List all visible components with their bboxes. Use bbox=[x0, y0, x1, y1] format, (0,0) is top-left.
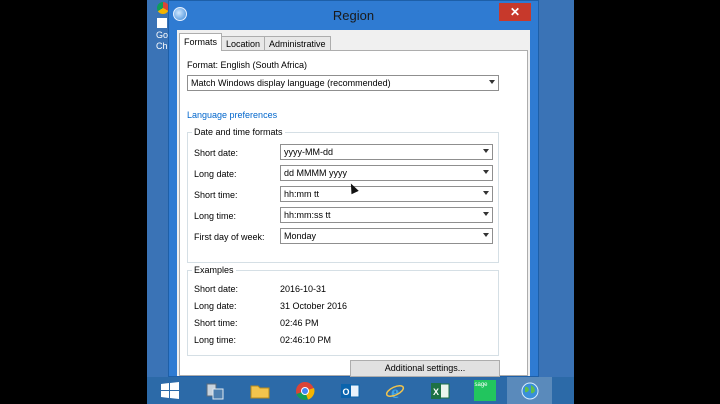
example-long-time-label: Long time: bbox=[194, 335, 237, 345]
taskbar-excel[interactable]: X bbox=[417, 377, 462, 404]
example-short-time-value: 02:46 PM bbox=[280, 318, 319, 328]
globe-icon bbox=[521, 382, 538, 399]
chevron-down-icon bbox=[483, 170, 489, 174]
folder-icon bbox=[250, 385, 269, 398]
outlook-icon: O bbox=[340, 383, 359, 398]
first-day-select[interactable]: Monday bbox=[280, 228, 493, 244]
example-long-date-label: Long date: bbox=[194, 301, 237, 311]
taskbar-internet-explorer[interactable]: e bbox=[372, 377, 417, 404]
svg-text:X: X bbox=[432, 387, 438, 397]
formats-panel: Format: English (South Africa) Match Win… bbox=[179, 50, 528, 377]
example-long-date-value: 31 October 2016 bbox=[280, 301, 348, 311]
taskbar-region[interactable] bbox=[507, 377, 552, 404]
additional-settings-button[interactable]: Additional settings... bbox=[350, 360, 500, 377]
long-date-select[interactable]: dd MMMM yyyy bbox=[280, 165, 493, 181]
taskbar-file-explorer[interactable] bbox=[237, 377, 282, 404]
tab-formats[interactable]: Formats bbox=[179, 33, 223, 51]
language-preferences-link[interactable]: Language preferences bbox=[187, 110, 277, 120]
short-time-label: Short time: bbox=[194, 190, 238, 200]
svg-text:e: e bbox=[391, 382, 399, 401]
short-time-value: hh:mm tt bbox=[284, 189, 320, 199]
first-day-label: First day of week: bbox=[194, 232, 265, 242]
chevron-down-icon bbox=[483, 212, 489, 216]
chevron-down-icon bbox=[483, 191, 489, 195]
tab-location[interactable]: Location bbox=[221, 36, 266, 51]
short-date-label: Short date: bbox=[194, 148, 239, 158]
long-time-label: Long time: bbox=[194, 211, 237, 221]
svg-text:O: O bbox=[342, 387, 349, 397]
example-short-date-label: Short date: bbox=[194, 284, 239, 294]
dialog-client: Formats Location Administrative Format: … bbox=[177, 30, 530, 377]
region-dialog: Region ✕ Formats Location Administrative… bbox=[168, 0, 539, 377]
examples-group: Examples Short date: 2016-10-31 Long dat… bbox=[187, 265, 499, 356]
sage-icon: sage bbox=[473, 380, 496, 401]
sage-label: sage bbox=[474, 382, 488, 388]
chrome-icon bbox=[295, 381, 314, 400]
format-select-value: Match Windows display language (recommen… bbox=[191, 78, 391, 88]
server-manager-icon bbox=[206, 383, 223, 399]
taskbar-server-manager[interactable] bbox=[192, 377, 237, 404]
group-title: Examples bbox=[192, 265, 236, 275]
long-time-value: hh:mm:ss tt bbox=[284, 210, 331, 220]
taskbar-outlook[interactable]: O bbox=[327, 377, 372, 404]
short-date-select[interactable]: yyyy-MM-dd bbox=[280, 144, 493, 160]
tab-administrative[interactable]: Administrative bbox=[264, 36, 331, 51]
long-time-select[interactable]: hh:mm:ss tt bbox=[280, 207, 493, 223]
chevron-down-icon bbox=[489, 80, 495, 84]
excel-icon: X bbox=[430, 382, 449, 399]
date-time-formats-group: Date and time formats Short date: yyyy-M… bbox=[187, 127, 499, 263]
taskbar: O e X sage bbox=[147, 377, 574, 404]
taskbar-chrome[interactable] bbox=[282, 377, 327, 404]
windows-logo-icon bbox=[160, 381, 179, 399]
start-button[interactable] bbox=[147, 377, 192, 404]
format-select[interactable]: Match Windows display language (recommen… bbox=[187, 75, 499, 91]
example-short-time-label: Short time: bbox=[194, 318, 238, 328]
tab-strip: Formats Location Administrative bbox=[179, 33, 331, 51]
example-short-date-value: 2016-10-31 bbox=[280, 284, 327, 294]
title-bar[interactable]: Region ✕ bbox=[169, 1, 538, 30]
example-long-time-value: 02:46:10 PM bbox=[280, 335, 332, 345]
group-title: Date and time formats bbox=[192, 127, 285, 137]
desktop: Go Ch Region ✕ Formats Location Administ… bbox=[147, 0, 574, 404]
close-button[interactable]: ✕ bbox=[499, 3, 531, 21]
chevron-down-icon bbox=[483, 149, 489, 153]
long-date-value: dd MMMM yyyy bbox=[284, 168, 347, 178]
screen-capture: Go Ch Region ✕ Formats Location Administ… bbox=[0, 0, 720, 404]
chevron-down-icon bbox=[483, 233, 489, 237]
taskbar-sage[interactable]: sage bbox=[462, 377, 507, 404]
short-time-select[interactable]: hh:mm tt bbox=[280, 186, 493, 202]
long-date-label: Long date: bbox=[194, 169, 237, 179]
first-day-value: Monday bbox=[284, 231, 317, 241]
short-date-value: yyyy-MM-dd bbox=[284, 147, 333, 157]
window-title: Region bbox=[332, 8, 375, 23]
internet-explorer-icon: e bbox=[385, 382, 404, 401]
format-label: Format: English (South Africa) bbox=[187, 60, 308, 70]
